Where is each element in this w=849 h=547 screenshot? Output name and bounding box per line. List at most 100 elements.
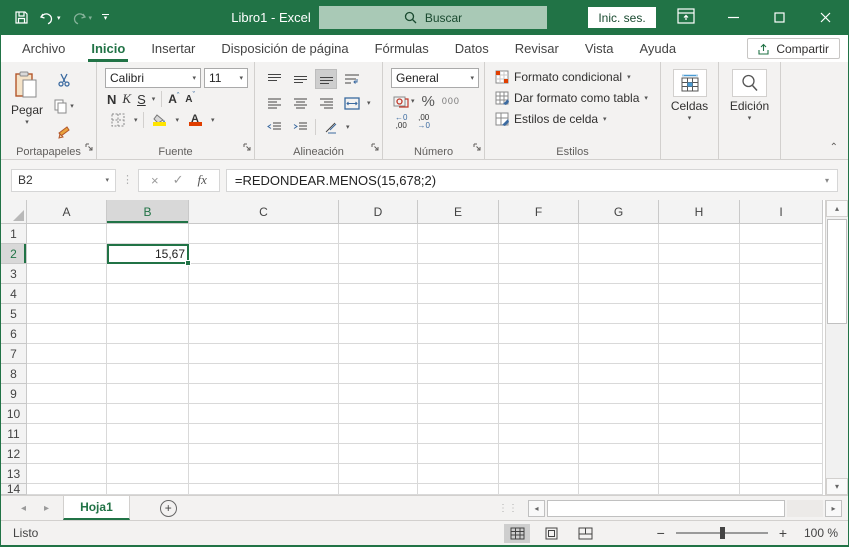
scroll-up-icon[interactable]: ▴ — [826, 200, 848, 217]
cell-A6[interactable] — [27, 324, 107, 344]
merge-center-icon[interactable] — [341, 93, 363, 113]
column-header-G[interactable]: G — [579, 200, 659, 224]
cell-I4[interactable] — [740, 284, 823, 304]
cell-C1[interactable] — [189, 224, 339, 244]
cell-F4[interactable] — [499, 284, 579, 304]
cell-C8[interactable] — [189, 364, 339, 384]
cell-G11[interactable] — [579, 424, 659, 444]
cell-A5[interactable] — [27, 304, 107, 324]
cell-C4[interactable] — [189, 284, 339, 304]
cell-F5[interactable] — [499, 304, 579, 324]
row-header-4[interactable]: 4 — [1, 284, 27, 304]
wrap-text-icon[interactable] — [341, 69, 363, 89]
row-header-5[interactable]: 5 — [1, 304, 27, 324]
cell-A10[interactable] — [27, 404, 107, 424]
clipboard-dialog-launcher-icon[interactable] — [85, 139, 94, 157]
cell-F8[interactable] — [499, 364, 579, 384]
cell-H10[interactable] — [659, 404, 740, 424]
cell-E5[interactable] — [418, 304, 499, 324]
scroll-down-icon[interactable]: ▾ — [826, 478, 848, 495]
tab-ayuda[interactable]: Ayuda — [627, 35, 690, 62]
scroll-right-icon[interactable]: ▸ — [825, 500, 842, 517]
cell-D10[interactable] — [339, 404, 418, 424]
cell-A14[interactable] — [27, 484, 107, 495]
cut-icon[interactable] — [53, 70, 75, 90]
cell-H2[interactable] — [659, 244, 740, 264]
select-all-corner[interactable] — [1, 200, 27, 224]
cell-E8[interactable] — [418, 364, 499, 384]
increase-decimal-button[interactable]: ←0,00 — [395, 114, 407, 130]
font-color-dropdown-icon[interactable]: ▾ — [211, 116, 215, 124]
normal-view-button[interactable] — [504, 523, 530, 543]
cell-A3[interactable] — [27, 264, 107, 284]
cell-I12[interactable] — [740, 444, 823, 464]
cancel-formula-icon[interactable]: × — [151, 173, 159, 188]
cell-B1[interactable] — [107, 224, 189, 244]
cell-D11[interactable] — [339, 424, 418, 444]
bold-button[interactable]: N — [107, 92, 116, 107]
cell-I10[interactable] — [740, 404, 823, 424]
cell-E6[interactable] — [418, 324, 499, 344]
row-header-11[interactable]: 11 — [1, 424, 27, 444]
cell-I2[interactable] — [740, 244, 823, 264]
cell-I9[interactable] — [740, 384, 823, 404]
cell-A4[interactable] — [27, 284, 107, 304]
cell-C3[interactable] — [189, 264, 339, 284]
cell-B2[interactable]: 15,67 — [107, 244, 191, 266]
comma-style-button[interactable]: 000 — [442, 96, 460, 106]
cell-B5[interactable] — [107, 304, 189, 324]
orientation-dropdown-icon[interactable]: ▾ — [346, 123, 350, 131]
row-header-3[interactable]: 3 — [1, 264, 27, 284]
row-header-13[interactable]: 13 — [1, 464, 27, 484]
cell-A13[interactable] — [27, 464, 107, 484]
new-sheet-button[interactable]: + — [159, 499, 177, 517]
cell-A11[interactable] — [27, 424, 107, 444]
undo-icon[interactable]: ▾ — [36, 9, 64, 27]
font-name-select[interactable]: Calibri ▾ — [105, 68, 201, 88]
cell-E7[interactable] — [418, 344, 499, 364]
cell-H9[interactable] — [659, 384, 740, 404]
column-header-H[interactable]: H — [659, 200, 740, 224]
grow-font-button[interactable]: Aˆ — [168, 92, 179, 106]
format-painter-icon[interactable] — [53, 122, 75, 142]
cell-C5[interactable] — [189, 304, 339, 324]
sheet-tab-hoja1[interactable]: Hoja1 — [63, 496, 130, 520]
cell-D7[interactable] — [339, 344, 418, 364]
row-header-6[interactable]: 6 — [1, 324, 27, 344]
cell-C11[interactable] — [189, 424, 339, 444]
alignment-dialog-launcher-icon[interactable] — [371, 139, 380, 157]
cell-H13[interactable] — [659, 464, 740, 484]
cell-E2[interactable] — [418, 244, 499, 264]
accounting-format-icon[interactable]: ▾ — [393, 91, 415, 111]
cell-B3[interactable] — [107, 264, 189, 284]
cell-B12[interactable] — [107, 444, 189, 464]
tab-archivo[interactable]: Archivo — [9, 35, 78, 62]
cell-C12[interactable] — [189, 444, 339, 464]
cell-H6[interactable] — [659, 324, 740, 344]
copy-dropdown-icon[interactable]: ▾ — [70, 102, 74, 110]
scroll-left-icon[interactable]: ◂ — [528, 500, 545, 517]
tab-split-handle[interactable]: ⋮⋮ — [498, 503, 518, 514]
cells-dropdown-icon[interactable]: ▾ — [688, 114, 692, 122]
cell-A12[interactable] — [27, 444, 107, 464]
paste-dropdown-icon[interactable]: ▾ — [25, 118, 29, 126]
close-button[interactable] — [802, 0, 848, 35]
cell-G3[interactable] — [579, 264, 659, 284]
fill-color-dropdown-icon[interactable]: ▾ — [176, 116, 180, 124]
cell-G14[interactable] — [579, 484, 659, 495]
cell-styles-button[interactable]: Estilos de celda ▾ — [491, 111, 652, 127]
cell-E1[interactable] — [418, 224, 499, 244]
cell-F7[interactable] — [499, 344, 579, 364]
underline-dropdown-icon[interactable]: ▾ — [152, 95, 156, 103]
cell-H12[interactable] — [659, 444, 740, 464]
column-header-I[interactable]: I — [740, 200, 823, 224]
cell-I14[interactable] — [740, 484, 823, 495]
align-right-icon[interactable] — [315, 93, 337, 113]
collapse-ribbon-icon[interactable]: ⌃ — [830, 142, 838, 153]
column-header-C[interactable]: C — [189, 200, 339, 224]
cell-C9[interactable] — [189, 384, 339, 404]
cell-H14[interactable] — [659, 484, 740, 495]
row-header-12[interactable]: 12 — [1, 444, 27, 464]
cell-A1[interactable] — [27, 224, 107, 244]
cell-C10[interactable] — [189, 404, 339, 424]
